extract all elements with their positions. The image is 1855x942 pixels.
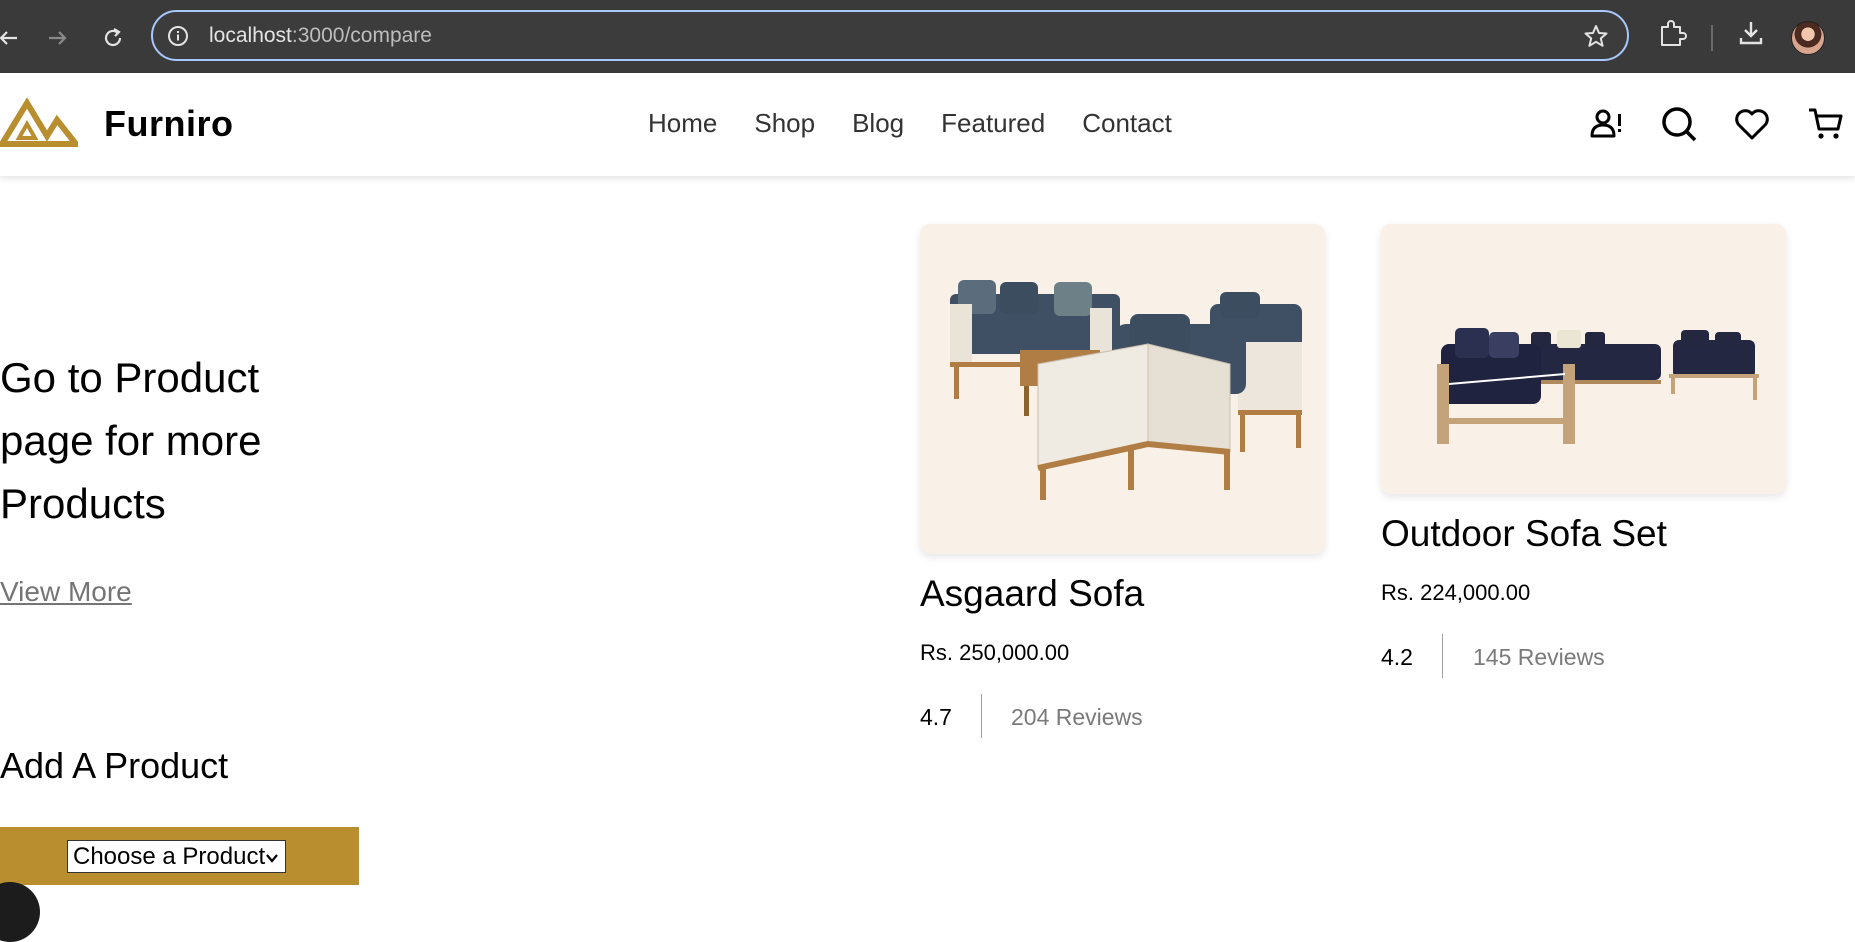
product-rating: 4.2 bbox=[1381, 644, 1413, 670]
url-path: :3000/compare bbox=[291, 24, 432, 47]
back-button[interactable] bbox=[0, 18, 28, 58]
product-image-outdoor-sofa-set[interactable] bbox=[1381, 224, 1786, 494]
promo-heading: Go to Product page for more Products bbox=[0, 354, 262, 527]
product-rating: 4.7 bbox=[920, 704, 952, 730]
toolbar-separator bbox=[1711, 25, 1713, 51]
forward-button[interactable] bbox=[38, 18, 78, 58]
view-more-link[interactable]: View More bbox=[0, 576, 132, 608]
url-host: localhost bbox=[209, 24, 292, 47]
nav-blog[interactable]: Blog bbox=[852, 108, 904, 139]
outdoor-sofa-illustration bbox=[1437, 328, 1759, 444]
nav-featured[interactable]: Featured bbox=[941, 108, 1045, 139]
product-price: Rs. 224,000.00 bbox=[1381, 580, 1531, 605]
product-price: Rs. 250,000.00 bbox=[920, 640, 1070, 665]
arrow-right-icon bbox=[49, 31, 67, 45]
chevron-down-icon bbox=[266, 854, 278, 863]
cart-icon[interactable] bbox=[1808, 106, 1844, 142]
nav-shop[interactable]: Shop bbox=[754, 108, 815, 139]
rating-divider bbox=[981, 694, 982, 738]
furniro-logo[interactable] bbox=[0, 97, 78, 147]
bookmark-star-icon[interactable] bbox=[1583, 23, 1609, 49]
reload-icon bbox=[104, 28, 122, 47]
product-reviews[interactable]: 145 Reviews bbox=[1473, 644, 1605, 671]
account-alert-icon[interactable] bbox=[1589, 106, 1625, 142]
download-icon[interactable] bbox=[1736, 18, 1766, 48]
nav-home[interactable]: Home bbox=[648, 108, 717, 139]
nav-contact[interactable]: Contact bbox=[1082, 108, 1172, 139]
browser-toolbar: localhost:3000/compare bbox=[0, 0, 1855, 73]
extensions-icon[interactable] bbox=[1657, 18, 1687, 48]
main-nav: Home Shop Blog Featured Contact bbox=[648, 108, 1172, 139]
site-header: Furniro Home Shop Blog Featured Contact bbox=[0, 73, 1855, 176]
rating-divider bbox=[1442, 634, 1443, 678]
url-text[interactable]: localhost:3000/compare bbox=[209, 24, 432, 48]
heart-icon[interactable] bbox=[1734, 106, 1770, 142]
product-name[interactable]: Outdoor Sofa Set bbox=[1381, 513, 1667, 555]
address-bar[interactable]: localhost:3000/compare bbox=[151, 10, 1629, 61]
product-image-asgaard-sofa[interactable] bbox=[920, 224, 1325, 554]
choose-product-select[interactable]: Choose a Product bbox=[67, 840, 286, 873]
search-icon[interactable] bbox=[1661, 106, 1697, 142]
arrow-left-icon bbox=[0, 31, 17, 45]
add-product-bar: Choose a Product bbox=[0, 827, 359, 885]
site-info-icon[interactable] bbox=[167, 25, 189, 47]
choose-product-value: Choose a Product bbox=[73, 842, 266, 870]
floating-action-button[interactable] bbox=[0, 882, 40, 942]
product-reviews[interactable]: 204 Reviews bbox=[1011, 704, 1143, 731]
reload-button[interactable] bbox=[93, 18, 133, 58]
profile-avatar[interactable] bbox=[1791, 21, 1825, 55]
add-product-heading: Add A Product bbox=[0, 745, 229, 786]
product-name[interactable]: Asgaard Sofa bbox=[920, 573, 1144, 615]
brand-name[interactable]: Furniro bbox=[104, 103, 233, 145]
sofa-set-illustration bbox=[950, 280, 1302, 500]
